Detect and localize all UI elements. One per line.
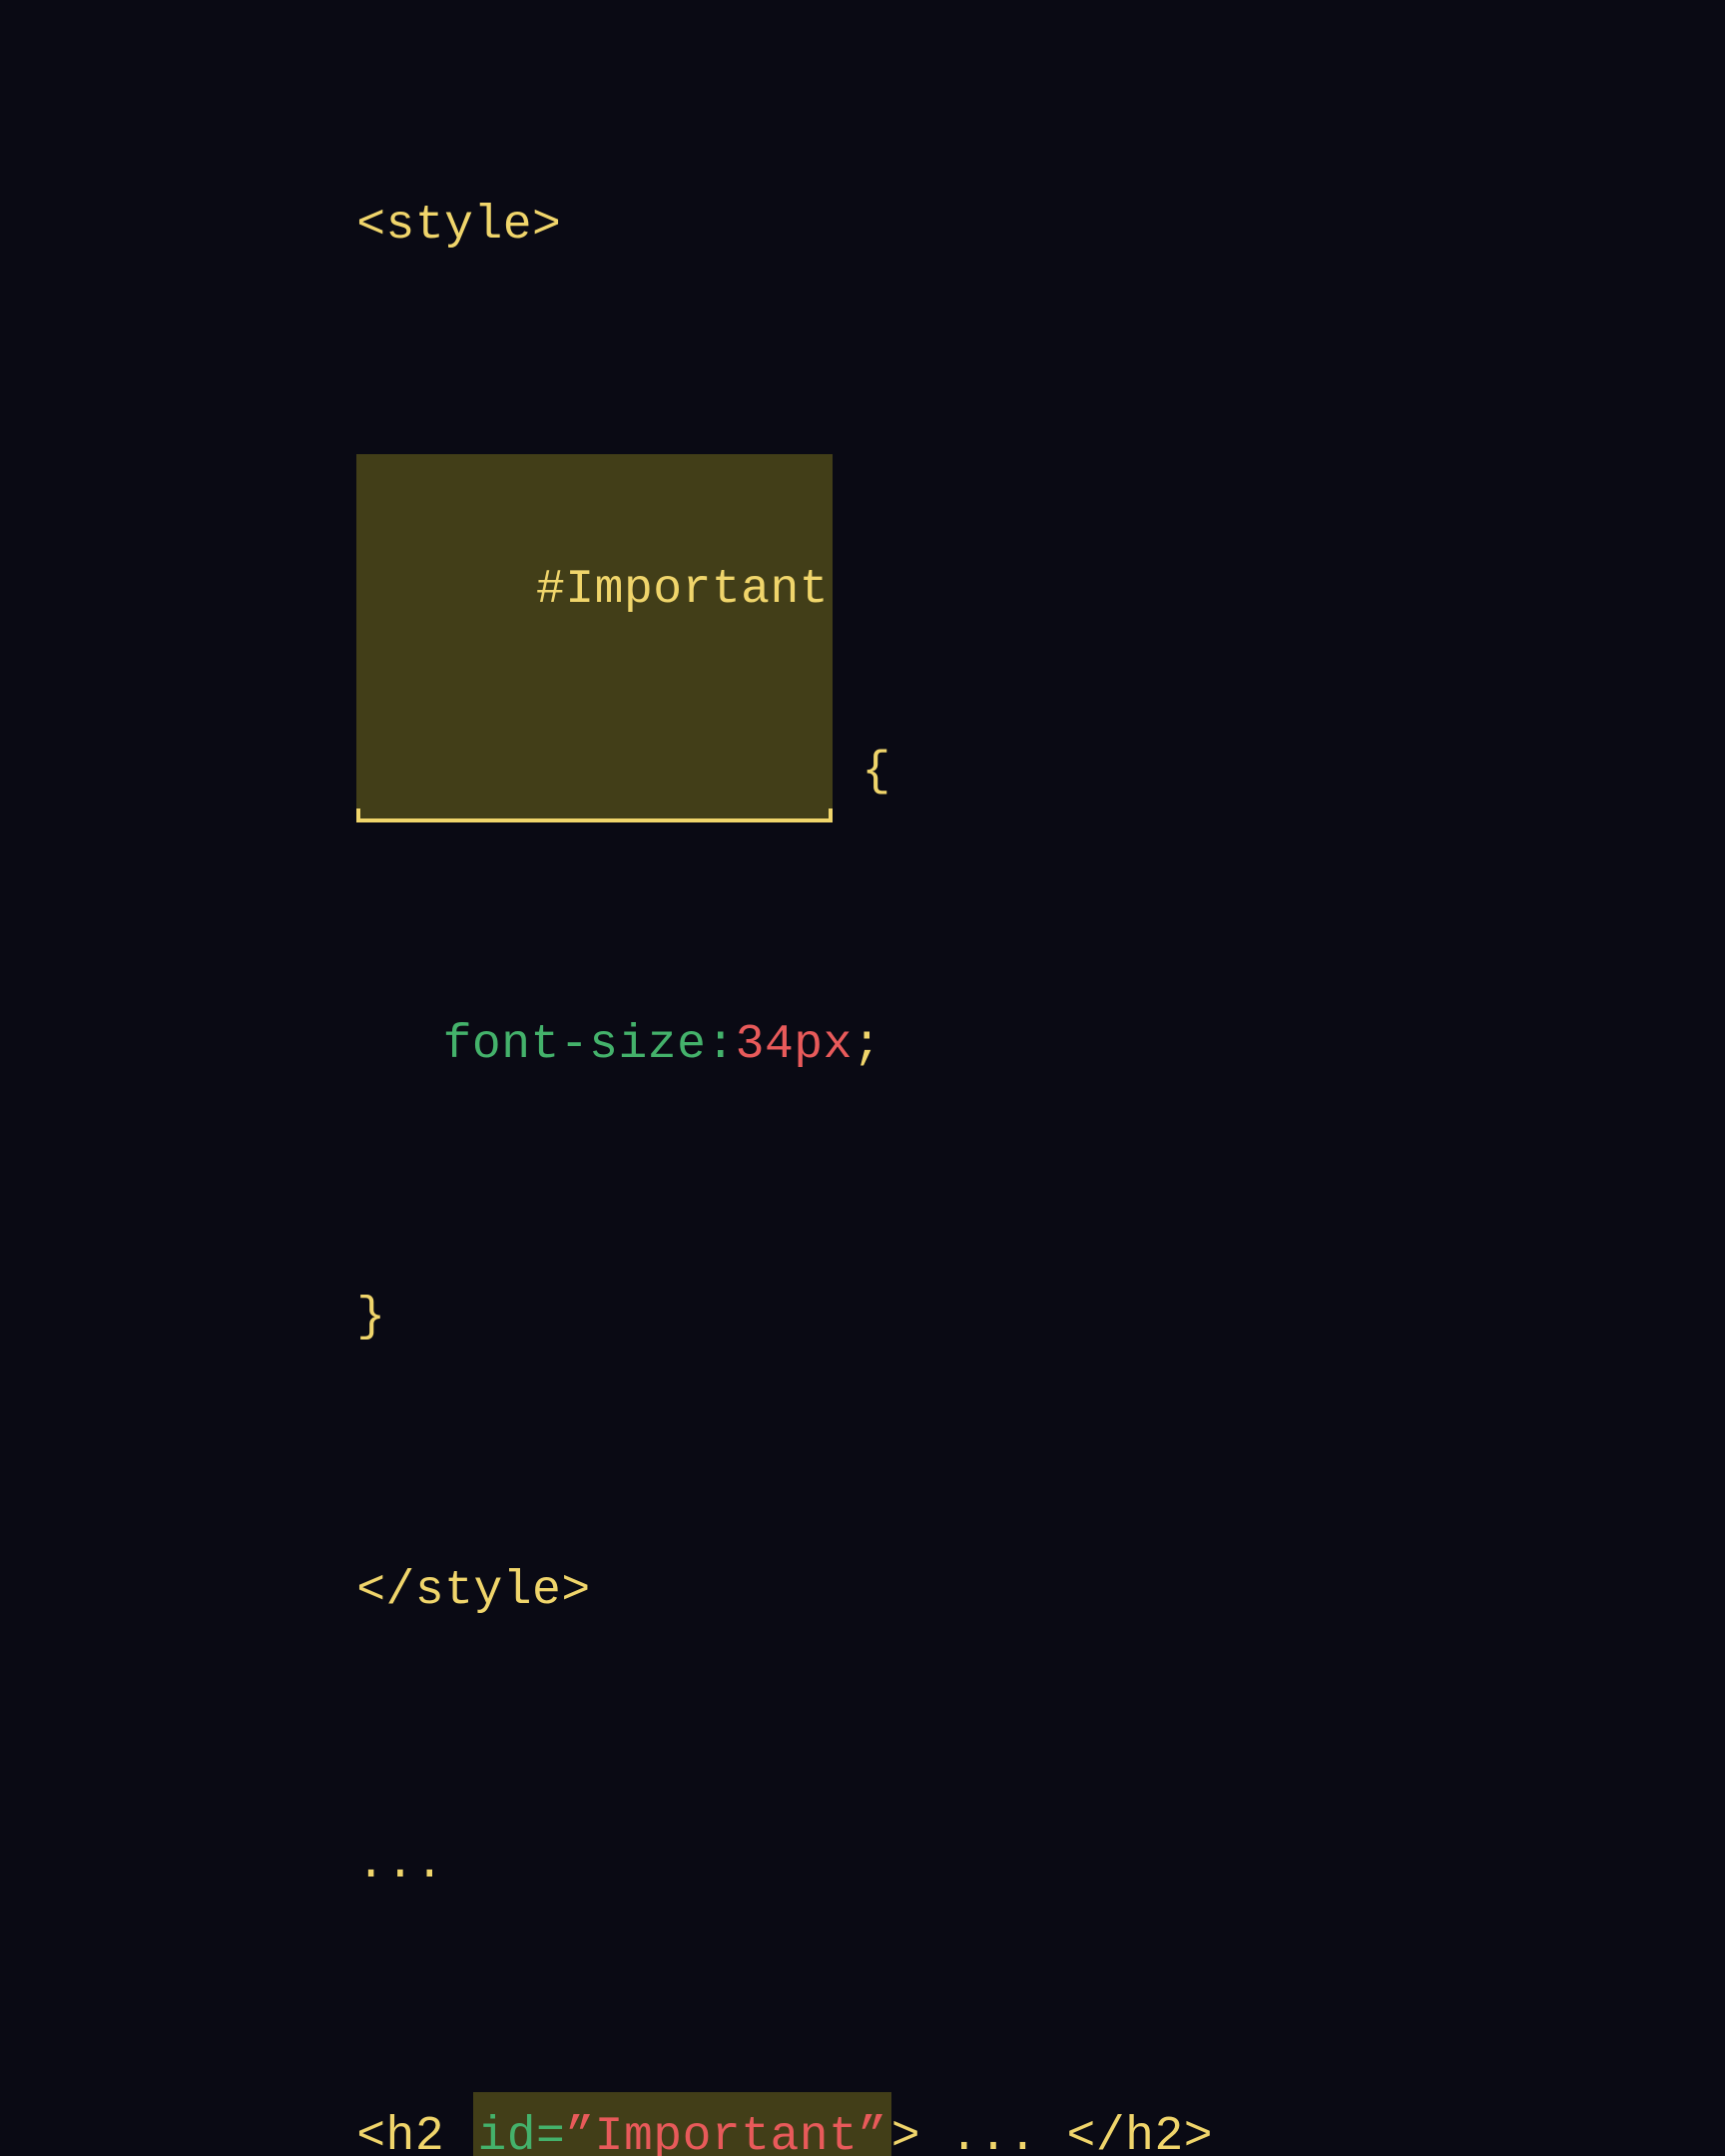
h2-close: </h2> xyxy=(1037,2110,1213,2156)
code-line-6: ... xyxy=(240,1728,1725,2001)
css-value: 34px xyxy=(736,1018,853,1072)
code-line-7: <h2 id=”Important”> ... </h2> xyxy=(240,2001,1725,2156)
h2-mid: > xyxy=(891,2110,950,2156)
attr-value-h2: ”Important” xyxy=(565,2110,886,2156)
h2-open: <h2 xyxy=(356,2110,473,2156)
code-line-5: </style> xyxy=(240,1455,1725,1729)
code-snippet: <style> #Important { font-size:34px; } <… xyxy=(0,0,1725,2156)
semicolon: ; xyxy=(853,1018,881,1072)
css-property: font-size: xyxy=(443,1018,736,1072)
brace-open: { xyxy=(833,745,891,799)
code-line-2: #Important { xyxy=(240,363,1725,909)
attr-name-h2: id= xyxy=(477,2110,565,2156)
style-open-tag: <style> xyxy=(356,199,561,253)
code-line-1: <style> xyxy=(240,90,1725,363)
h2-content: ... xyxy=(949,2110,1037,2156)
css-selector: #Important xyxy=(536,563,829,617)
attr-highlight-h2: id=”Important” xyxy=(473,2092,890,2156)
brace-close: } xyxy=(356,1291,385,1345)
ellipsis: ... xyxy=(356,1838,444,1891)
code-line-3: font-size:34px; xyxy=(240,909,1725,1183)
code-line-4: } xyxy=(240,1182,1725,1455)
selector-highlight: #Important xyxy=(356,454,833,818)
style-close-tag: </style> xyxy=(356,1564,590,1618)
